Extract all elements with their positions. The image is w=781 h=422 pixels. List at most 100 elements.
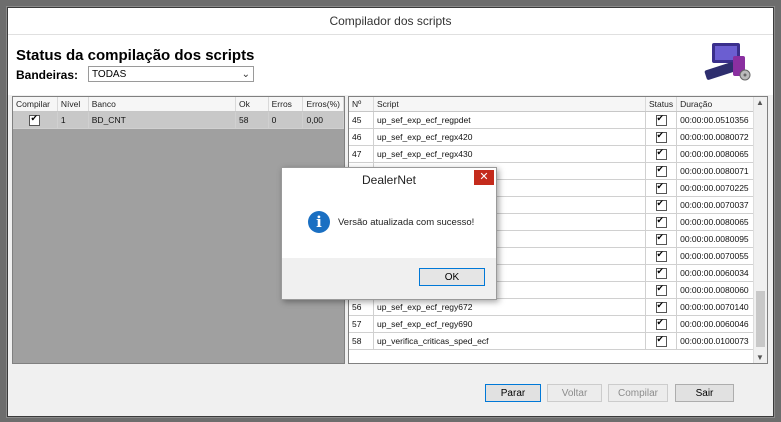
col-ok[interactable]: Ok (235, 97, 269, 112)
status-checkbox[interactable] (645, 128, 678, 146)
cell-duracao: 00:00:00.0070055 (676, 247, 754, 265)
cell-ok: 58 (235, 111, 269, 129)
col-nivel[interactable]: Nível (57, 97, 89, 112)
cell-script: up_sef_exp_ecf_regy690 (373, 315, 646, 333)
compilar-checkbox[interactable] (13, 111, 58, 129)
computer-logo-icon (704, 43, 751, 81)
cell-duracao: 00:00:00.0510356 (676, 111, 754, 129)
cell-duracao: 00:00:00.0060034 (676, 264, 754, 282)
status-checkbox[interactable] (645, 196, 678, 214)
vertical-scrollbar[interactable]: ▲ ▼ (753, 97, 767, 363)
col-erros[interactable]: Erros (268, 97, 304, 112)
cell-numero: 56 (349, 298, 374, 316)
cell-numero: 46 (349, 128, 374, 146)
table-row[interactable]: 47up_sef_exp_ecf_regx430 00:00:00.0080065 (349, 145, 754, 163)
table-row[interactable]: 1 BD_CNT 58 0 0,00 (13, 111, 344, 129)
cell-script: up_sef_exp_ecf_regx420 (373, 128, 646, 146)
page-title: Status da compilação dos scripts (16, 47, 255, 64)
table-row[interactable]: 45up_sef_exp_ecf_regpdet 00:00:00.0510356 (349, 111, 754, 129)
col-duracao[interactable]: Duração (676, 97, 754, 112)
cell-script: up_verifica_criticas_sped_ecf (373, 332, 646, 350)
flags-label: Bandeiras: (16, 68, 79, 82)
col-banco[interactable]: Banco (88, 97, 237, 112)
status-checkbox[interactable] (645, 230, 678, 248)
col-status[interactable]: Status (645, 97, 678, 112)
cell-numero: 47 (349, 145, 374, 163)
compilar-button[interactable]: Compilar (608, 384, 668, 402)
cell-erros-pct: 0,00 (302, 111, 344, 129)
dialog-title: DealerNet ✕ (282, 168, 496, 192)
checkbox-checked-icon (655, 164, 667, 177)
message-dialog: DealerNet ✕ i Versão atualizada com suce… (281, 167, 497, 300)
checkbox-checked-icon (655, 232, 667, 245)
col-numero[interactable]: Nº (349, 97, 374, 112)
flags-select-value: TODAS (92, 69, 127, 80)
checkbox-checked-icon (655, 266, 667, 279)
col-erros-pct[interactable]: Erros(%) (302, 97, 344, 112)
dialog-footer: OK (282, 258, 496, 299)
checkbox-checked-icon (655, 113, 667, 126)
cell-duracao: 00:00:00.0100073 (676, 332, 754, 350)
window-title: Compilador dos scripts (8, 8, 773, 35)
cell-script: up_sef_exp_ecf_regx430 (373, 145, 646, 163)
voltar-button[interactable]: Voltar (547, 384, 602, 402)
status-checkbox[interactable] (645, 111, 678, 129)
cell-duracao: 00:00:00.0080065 (676, 213, 754, 231)
scroll-up-icon[interactable]: ▲ (756, 98, 764, 107)
table-row[interactable]: 57up_sef_exp_ecf_regy690 00:00:00.0060046 (349, 315, 754, 333)
scroll-down-icon[interactable]: ▼ (756, 353, 764, 362)
checkbox-checked-icon (655, 300, 667, 313)
status-checkbox[interactable] (645, 281, 678, 299)
cell-numero: 57 (349, 315, 374, 333)
status-checkbox[interactable] (645, 145, 678, 163)
flags-select[interactable]: TODAS ⌄ (88, 66, 254, 82)
parar-button[interactable]: Parar (485, 384, 541, 402)
cell-duracao: 00:00:00.0080095 (676, 230, 754, 248)
cell-duracao: 00:00:00.0080071 (676, 162, 754, 180)
cell-duracao: 00:00:00.0060046 (676, 315, 754, 333)
info-icon: i (308, 211, 330, 233)
dialog-title-text: DealerNet (361, 173, 417, 187)
databases-grid-header: Compilar Nível Banco Ok Erros Erros(%) (13, 97, 344, 112)
close-icon[interactable]: ✕ (474, 170, 494, 185)
table-row[interactable]: 46up_sef_exp_ecf_regx420 00:00:00.0080072 (349, 128, 754, 146)
checkbox-checked-icon (655, 198, 667, 211)
checkbox-checked-icon (655, 249, 667, 262)
dialog-message: Versão atualizada com sucesso! (338, 217, 475, 228)
status-checkbox[interactable] (645, 298, 678, 316)
cell-duracao: 00:00:00.0070225 (676, 179, 754, 197)
cell-script: up_sef_exp_ecf_regpdet (373, 111, 646, 129)
cell-erros: 0 (268, 111, 304, 129)
ok-button[interactable]: OK (419, 268, 485, 286)
checkbox-checked-icon (29, 113, 41, 126)
status-checkbox[interactable] (645, 179, 678, 197)
status-checkbox[interactable] (645, 213, 678, 231)
sair-button[interactable]: Sair (675, 384, 734, 402)
checkbox-checked-icon (655, 181, 667, 194)
scroll-thumb[interactable] (756, 291, 765, 347)
checkbox-checked-icon (655, 147, 667, 160)
checkbox-checked-icon (655, 215, 667, 228)
cell-banco: BD_CNT (88, 111, 237, 129)
cell-script: up_sef_exp_ecf_regy672 (373, 298, 646, 316)
cell-duracao: 00:00:00.0070037 (676, 196, 754, 214)
status-checkbox[interactable] (645, 315, 678, 333)
table-row[interactable]: 56up_sef_exp_ecf_regy672 00:00:00.0070140 (349, 298, 754, 316)
status-checkbox[interactable] (645, 332, 678, 350)
col-compilar[interactable]: Compilar (13, 97, 58, 112)
cell-duracao: 00:00:00.0070140 (676, 298, 754, 316)
cell-duracao: 00:00:00.0080060 (676, 281, 754, 299)
checkbox-checked-icon (655, 283, 667, 296)
header: Status da compilação dos scripts Bandeir… (8, 35, 773, 95)
dialog-body: i Versão atualizada com sucesso! (282, 192, 496, 256)
checkbox-checked-icon (655, 334, 667, 347)
status-checkbox[interactable] (645, 264, 678, 282)
chevron-down-icon: ⌄ (241, 69, 250, 80)
status-checkbox[interactable] (645, 162, 678, 180)
status-checkbox[interactable] (645, 247, 678, 265)
cell-duracao: 00:00:00.0080065 (676, 145, 754, 163)
cell-duracao: 00:00:00.0080072 (676, 128, 754, 146)
col-script[interactable]: Script (373, 97, 646, 112)
scripts-grid-header: Nº Script Status Duração (349, 97, 754, 112)
table-row[interactable]: 58up_verifica_criticas_sped_ecf 00:00:00.… (349, 332, 754, 350)
